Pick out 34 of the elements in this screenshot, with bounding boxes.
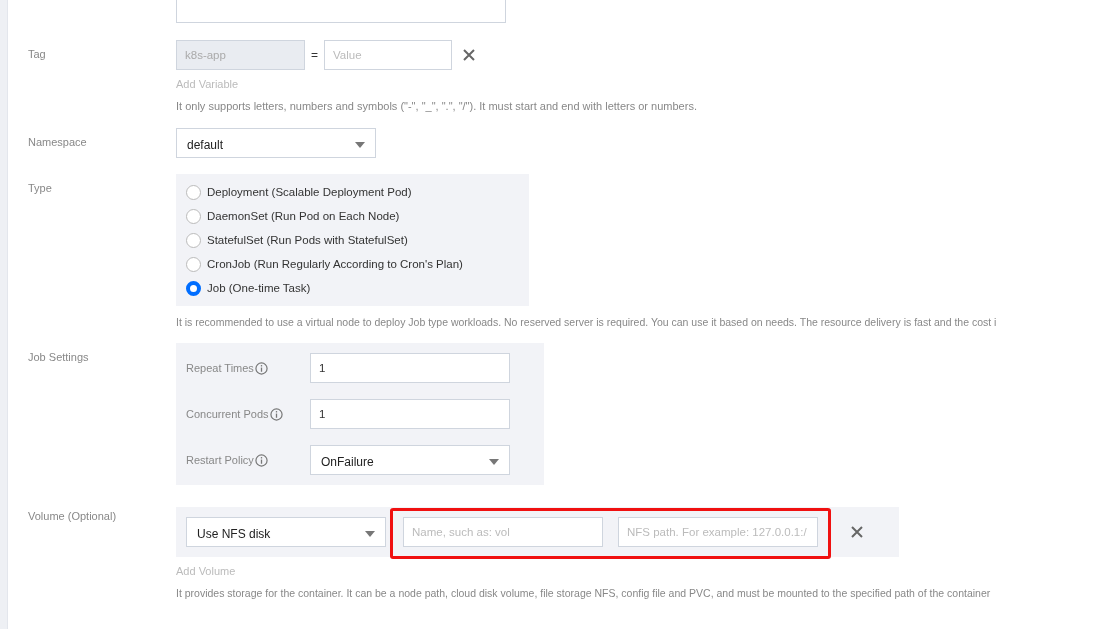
radio-option[interactable]: CronJob (Run Regularly According to Cron's Plan) xyxy=(186,252,463,276)
field-label: Volume (Optional) xyxy=(28,509,118,524)
number-field[interactable]: 1 xyxy=(310,399,510,429)
volume-type-select[interactable]: Use NFS disk xyxy=(186,517,386,547)
field-label: Type xyxy=(28,181,53,196)
radio-option[interactable]: StatefulSet (Run Pods with StatefulSet) xyxy=(186,228,463,252)
caret-icon xyxy=(355,142,365,148)
info-icon[interactable] xyxy=(269,407,283,421)
tag-value-field[interactable]: Value xyxy=(324,40,452,70)
field-label: Concurrent Pods xyxy=(186,408,269,420)
restart-policy-select[interactable]: OnFailure xyxy=(310,445,510,475)
close-icon[interactable] xyxy=(462,48,476,62)
field-label: Namespace xyxy=(28,135,88,150)
info-icon[interactable] xyxy=(254,361,268,375)
hint-text: It provides storage for the container. It can be a node path, cloud disk volume, file storage NFS, config file and PVC, and must be mounted to the specified path of the container xyxy=(176,587,992,599)
radio-option[interactable]: Deployment (Scalable Deployment Pod) xyxy=(186,180,463,204)
nfs-path-field[interactable]: NFS path. For example: 127.0.0.1:/ xyxy=(618,517,818,547)
field-label: Repeat Times xyxy=(186,362,254,374)
close-icon[interactable] xyxy=(850,525,864,539)
equals-sign: = xyxy=(311,48,318,62)
field-label: Restart Policy xyxy=(186,454,254,466)
hint-text: It only supports letters, numbers and symbols ("-", "_", ".", "/"). It must start and end with letters or numbers. xyxy=(176,100,698,112)
number-field[interactable]: 1 xyxy=(310,353,510,383)
volume-name-field[interactable]: Name, such as: vol xyxy=(403,517,603,547)
field-label: Tag xyxy=(28,47,47,62)
radio-option[interactable]: DaemonSet (Run Pod on Each Node) xyxy=(186,204,463,228)
field-label: Job Settings xyxy=(28,350,90,365)
hint-text: It is recommended to use a virtual node to deploy Job type workloads. No reserved server is required. You can use it based on needs. The resource delivery is fast and the cost i xyxy=(176,316,998,328)
caret-icon xyxy=(489,459,499,465)
radio-option[interactable]: Job (One-time Task) xyxy=(186,276,463,300)
info-icon[interactable] xyxy=(254,453,268,467)
caret-icon xyxy=(365,531,375,537)
namespace-select[interactable]: default xyxy=(176,128,376,158)
input-field[interactable] xyxy=(176,0,506,23)
